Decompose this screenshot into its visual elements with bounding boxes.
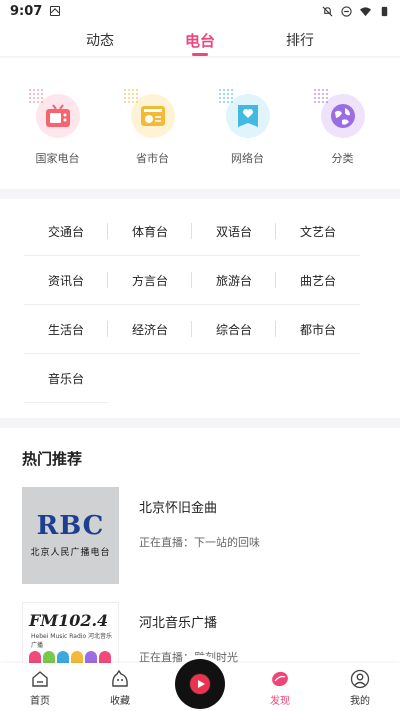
favorite-icon (112, 669, 128, 687)
live-program: 下一站的回味 (194, 536, 260, 549)
genre-panel: 交通台 体育台 双语台 文艺台 资讯台 方言台 旅游台 曲艺台 生活台 经济台 … (0, 199, 400, 418)
genre-grid: 交通台 体育台 双语台 文艺台 资讯台 方言台 旅游台 曲艺台 生活台 经济台 … (16, 207, 384, 403)
category-province[interactable]: 省市台 (113, 88, 193, 189)
dnd-icon (341, 5, 352, 17)
profile-icon (350, 669, 370, 689)
genre-item[interactable]: 生活台 (24, 305, 108, 354)
category-classify[interactable]: 分类 (303, 88, 383, 189)
genre-item[interactable]: 旅游台 (192, 256, 276, 305)
station-logo: RBC 北京人民广播电台 (22, 487, 119, 584)
genre-item[interactable]: 方言台 (108, 256, 192, 305)
nav-profile[interactable]: 我的 (330, 669, 390, 707)
station-name: 北京怀旧金曲 (139, 501, 218, 516)
genre-item[interactable]: 体育台 (108, 207, 192, 256)
genre-item[interactable]: 经济台 (108, 305, 192, 354)
heart-card-icon (217, 88, 270, 138)
nav-favorite[interactable]: 收藏 (90, 669, 150, 707)
status-time: 9:07 (10, 3, 43, 19)
home-icon (32, 671, 48, 687)
fm-logo-sub: Hebei Music Radio 河北音乐广播 (31, 633, 113, 649)
category-national[interactable]: 国家电台 (18, 88, 98, 189)
station-live: 正在直播：下一站的回味 (139, 534, 260, 550)
tab-diantai[interactable]: 电台 (170, 22, 230, 56)
notification-a-icon (50, 6, 61, 16)
genre-item[interactable]: 综合台 (192, 305, 276, 354)
nav-label: 收藏 (110, 696, 130, 707)
play-icon (190, 674, 210, 694)
category-label: 省市台 (136, 152, 169, 165)
fm-logo-text: FM102.4 (29, 611, 109, 630)
player-disc-button[interactable] (175, 659, 225, 709)
nav-label: 首页 (30, 696, 50, 707)
station-info: 北京怀旧金曲 正在直播：下一站的回味 (139, 487, 260, 584)
genre-item[interactable]: 资讯台 (24, 256, 108, 305)
genre-item[interactable]: 文艺台 (276, 207, 360, 256)
tv-icon (27, 88, 80, 138)
genre-item[interactable]: 曲艺台 (276, 256, 360, 305)
nav-label: 发现 (270, 696, 290, 707)
top-tabs: 动态 电台 排行 (0, 22, 400, 56)
battery-icon (381, 6, 388, 16)
genre-item[interactable]: 双语台 (192, 207, 276, 256)
mute-icon (322, 6, 333, 16)
genre-item[interactable]: 音乐台 (24, 354, 108, 403)
station-name: 河北音乐广播 (139, 616, 218, 631)
rbc-logo-sub: 北京人民广播电台 (30, 548, 111, 558)
radio-icon (122, 88, 175, 138)
category-label: 国家电台 (35, 152, 80, 165)
nav-discover[interactable]: 发现 (250, 669, 310, 707)
genre-item[interactable]: 都市台 (276, 305, 360, 354)
wifi-icon (360, 6, 371, 16)
station-item[interactable]: RBC 北京人民广播电台 北京怀旧金曲 正在直播：下一站的回味 (22, 487, 378, 584)
live-prefix: 正在直播： (139, 536, 194, 549)
nav-label: 我的 (350, 696, 370, 707)
tab-dongtai[interactable]: 动态 (70, 22, 130, 56)
status-bar: 9:07 (0, 0, 400, 22)
hot-title: 热门推荐 (22, 450, 83, 468)
discover-icon (272, 671, 288, 687)
category-label: 分类 (331, 152, 354, 165)
globe-icon (312, 88, 365, 138)
tab-paihang[interactable]: 排行 (270, 22, 330, 56)
rbc-logo-text: RBC (36, 511, 105, 541)
genre-item[interactable]: 交通台 (24, 207, 108, 256)
category-network[interactable]: 网络台 (208, 88, 288, 189)
status-icons (322, 5, 390, 17)
category-panel: 国家电台 省市台 网络台 分类 (0, 58, 400, 189)
category-label: 网络台 (231, 152, 264, 165)
nav-home[interactable]: 首页 (10, 669, 70, 707)
